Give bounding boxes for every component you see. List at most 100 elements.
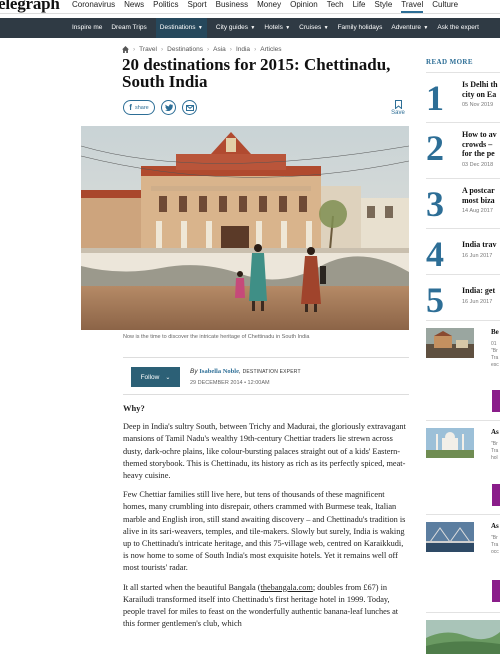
- item-date: 14 Aug 2017: [462, 208, 493, 214]
- subnav-dream-trips[interactable]: Dream Trips: [111, 18, 146, 38]
- author-role: destination expert: [242, 369, 301, 375]
- chevron-down-icon: ▼: [422, 25, 429, 31]
- card-text: Tra: [491, 448, 499, 454]
- author-link[interactable]: Isabella Noble: [199, 368, 239, 375]
- subnav-ask-the-expert[interactable]: Ask the expert: [437, 18, 479, 38]
- read-more-title-block: Is Delhi th city on Ea 05 Nov 2019: [462, 80, 500, 111]
- card-text: esc: [491, 362, 499, 368]
- hero-image: [81, 126, 409, 330]
- breadcrumb-asia[interactable]: Asia: [213, 46, 226, 53]
- promo-card[interactable]: As "Br Tra occ: [426, 522, 500, 612]
- card-title: As: [491, 522, 499, 530]
- divider: [426, 122, 500, 123]
- read-more-item[interactable]: 4 India trav 16 Jun 2017: [426, 236, 500, 286]
- nav-item-coronavirus[interactable]: Coronavirus: [72, 0, 115, 13]
- headline-line: for the pe: [462, 149, 495, 158]
- card-text: 01: [491, 341, 497, 347]
- section-heading: Why?: [123, 403, 145, 413]
- card-cta-button[interactable]: [492, 484, 500, 506]
- nav-item-news[interactable]: News: [124, 0, 144, 13]
- card-cta-button[interactable]: [492, 390, 500, 412]
- byline-prefix: By: [190, 368, 198, 375]
- breadcrumb: › Travel › Destinations › Asia › India ›…: [122, 46, 282, 53]
- breadcrumb-articles[interactable]: Articles: [260, 46, 281, 53]
- divider: [426, 72, 500, 73]
- card-thumbnail: [426, 328, 474, 358]
- section-nav: Coronavirus News Politics Sport Business…: [72, 0, 458, 13]
- nav-item-life[interactable]: Life: [353, 0, 366, 13]
- subnav-cruises[interactable]: Cruises ▼: [299, 18, 328, 38]
- card-title: As: [491, 428, 499, 436]
- nav-item-travel[interactable]: Travel: [401, 0, 424, 13]
- nav-item-culture[interactable]: Culture: [432, 0, 458, 13]
- breadcrumb-separator: ›: [133, 46, 136, 53]
- nav-item-sport[interactable]: Sport: [188, 0, 207, 13]
- facebook-share-button[interactable]: f Share: [123, 100, 155, 115]
- breadcrumb-india[interactable]: India: [236, 46, 250, 53]
- subnav-label: City guides: [215, 24, 249, 31]
- byline: By Isabella Noble, destination expert: [190, 368, 301, 375]
- read-more-item[interactable]: 2 How to av crowds – for the pe 03 Dec 2…: [426, 130, 500, 180]
- facebook-icon: f: [129, 103, 132, 112]
- save-button[interactable]: Save: [391, 100, 405, 116]
- divider: [426, 612, 500, 613]
- share-label: Share: [134, 104, 149, 111]
- breadcrumb-destinations[interactable]: Destinations: [167, 46, 203, 53]
- paragraph-text: It all started when the beautiful Bangal…: [123, 582, 261, 592]
- divider: [426, 228, 500, 229]
- breadcrumb-separator: ›: [229, 46, 232, 53]
- nav-item-politics[interactable]: Politics: [153, 0, 178, 13]
- nav-item-money[interactable]: Money: [257, 0, 281, 13]
- breadcrumb-travel[interactable]: Travel: [139, 46, 157, 53]
- read-more-heading: READ MORE: [426, 58, 473, 66]
- subnav-label: Inspire me: [72, 24, 103, 31]
- twitter-share-button[interactable]: [161, 100, 176, 115]
- email-share-button[interactable]: [182, 100, 197, 115]
- promo-card[interactable]: As "Br Tra hol: [426, 428, 500, 518]
- subnav-label: Family holidays: [337, 24, 383, 31]
- subnav-inspire-me[interactable]: Inspire me: [72, 18, 102, 38]
- item-date: 03 Dec 2018: [462, 161, 494, 168]
- subnav-city-guides[interactable]: City guides ▼: [216, 18, 256, 38]
- read-more-title-block: A postcar most biza 14 Aug 2017: [462, 186, 500, 217]
- nav-item-style[interactable]: Style: [375, 0, 393, 13]
- headline-line: India trav: [462, 240, 497, 249]
- headline-line: crowds –: [462, 139, 493, 149]
- rank-number: 5: [426, 282, 444, 320]
- twitter-icon: [164, 104, 173, 111]
- subnav-family-holidays[interactable]: Family holidays: [338, 18, 383, 38]
- promo-card[interactable]: [426, 620, 500, 654]
- nav-item-tech[interactable]: Tech: [327, 0, 344, 13]
- chevron-down-icon: ▼: [196, 25, 203, 31]
- subnav-label: Adventure: [391, 24, 421, 31]
- chevron-down-icon: ▼: [322, 25, 329, 31]
- chevron-down-icon: ▼: [283, 25, 291, 31]
- headline-line: Is Delhi th: [462, 80, 498, 89]
- nav-item-business[interactable]: Business: [216, 0, 248, 13]
- rank-number: 4: [426, 236, 444, 274]
- subnav-hotels[interactable]: Hotels ▼: [264, 18, 290, 38]
- divider: [426, 420, 500, 421]
- image-caption: Now is the time to discover the intricat…: [123, 334, 310, 340]
- home-icon[interactable]: [122, 46, 129, 53]
- card-cta-button[interactable]: [492, 580, 500, 602]
- card-thumbnail: [426, 620, 500, 654]
- bookmark-icon: [394, 100, 402, 109]
- promo-card[interactable]: Be 01 "Br Tra esc: [426, 328, 500, 418]
- divider: [123, 394, 409, 395]
- headline-line: most biza: [462, 195, 495, 205]
- card-text: "Br: [491, 441, 498, 447]
- subnav-destinations[interactable]: Destinations ▼: [155, 18, 207, 38]
- breadcrumb-separator: ›: [254, 46, 257, 53]
- site-logo[interactable]: elegraph: [0, 0, 60, 13]
- follow-author-button[interactable]: Follow ⌄: [131, 367, 180, 387]
- subnav-label: Cruises: [299, 24, 322, 31]
- chettinad-mansion-photo: [81, 126, 409, 330]
- read-more-item[interactable]: 5 India: get 16 Jun 2017: [426, 282, 500, 332]
- nav-item-opinion[interactable]: Opinion: [290, 0, 318, 13]
- paragraph: Deep in India's sultry South, between Tr…: [123, 422, 406, 481]
- save-label: Save: [391, 110, 405, 116]
- bangala-link[interactable]: thebangala.com: [261, 583, 313, 592]
- subnav-adventure[interactable]: Adventure ▼: [391, 18, 428, 38]
- paragraph: Few Chettiar families still live here, b…: [123, 490, 406, 573]
